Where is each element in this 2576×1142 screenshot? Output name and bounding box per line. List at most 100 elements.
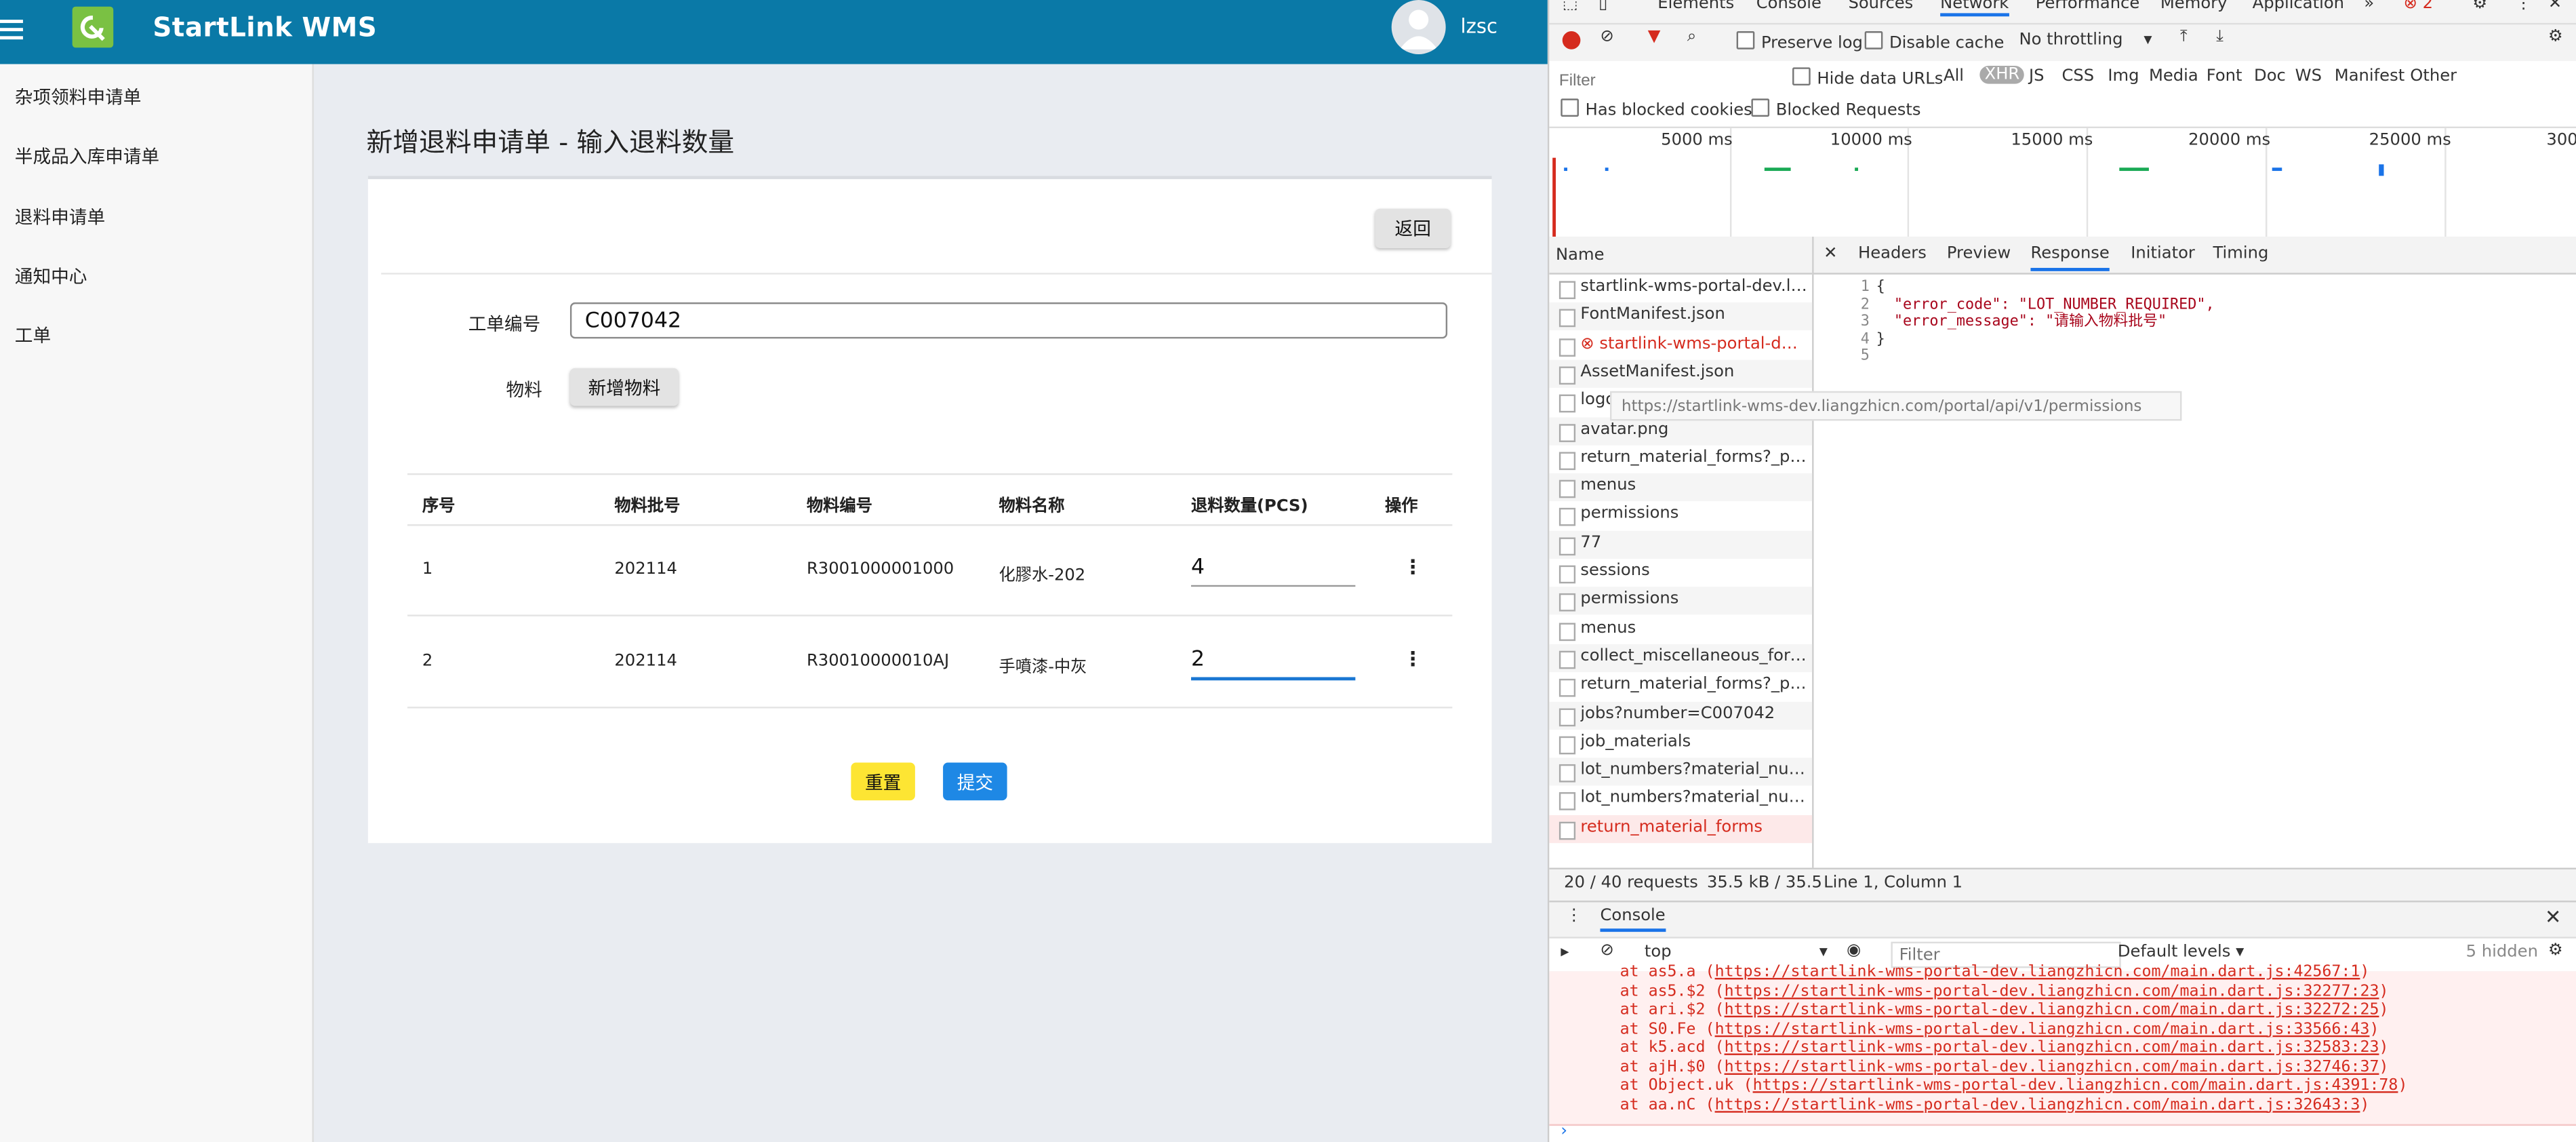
disable-cache-checkbox[interactable]: Disable cache	[1864, 31, 2004, 53]
tab-elements[interactable]: Elements	[1657, 0, 1734, 13]
stack-link[interactable]: https://startlink-wms-portal-dev.liangzh…	[1725, 982, 2379, 1000]
eye-icon[interactable]: ◉	[1847, 942, 1861, 960]
preserve-log-checkbox[interactable]: Preserve log	[1736, 31, 1863, 53]
tab-initiator[interactable]: Initiator	[2131, 245, 2195, 263]
close-drawer-icon[interactable]: ✕	[2545, 905, 2561, 928]
type-xhr[interactable]: XHR	[1979, 65, 2025, 84]
tab-network[interactable]: Network	[1940, 0, 2009, 17]
request-row[interactable]: FontManifest.json	[1549, 302, 1813, 331]
sidebar-item-notifications[interactable]: 通知中心	[15, 263, 87, 290]
request-row[interactable]: ⊗ startlink-wms-portal-dev.li...	[1549, 332, 1812, 359]
tab-timing[interactable]: Timing	[2213, 245, 2268, 263]
type-other[interactable]: Other	[2410, 67, 2457, 85]
network-filter-input[interactable]	[1556, 67, 1786, 94]
tab-headers[interactable]: Headers	[1858, 245, 1927, 263]
device-toolbar-icon[interactable]: ▯	[1598, 0, 1607, 13]
filter-icon[interactable]: ▼	[1648, 28, 1661, 46]
stack-link[interactable]: https://startlink-wms-portal-dev.liangzh…	[1715, 1095, 2360, 1114]
menu-icon[interactable]	[0, 20, 23, 43]
sidebar-item-job[interactable]: 工单	[15, 322, 51, 349]
request-row[interactable]: job_materials	[1549, 730, 1812, 757]
sidebar-item-misc-pick[interactable]: 杂项领料申请单	[15, 84, 142, 111]
type-media[interactable]: Media	[2149, 67, 2198, 85]
username[interactable]: lzsc	[1460, 15, 1497, 38]
close-detail-icon[interactable]: ✕	[1824, 245, 1837, 263]
close-icon[interactable]: ✕	[2548, 0, 2562, 13]
type-img[interactable]: Img	[2108, 67, 2139, 85]
request-row[interactable]: 77	[1549, 530, 1813, 559]
tab-console-drawer[interactable]: Console	[1600, 907, 1666, 932]
throttling-select[interactable]: No throttling ▾	[2019, 31, 2152, 50]
search-icon[interactable]: ⌕	[1687, 28, 1697, 46]
type-manifest[interactable]: Manifest	[2335, 67, 2404, 85]
request-row[interactable]: menus	[1549, 473, 1813, 502]
request-row[interactable]: lot_numbers?material_numb...	[1549, 757, 1813, 786]
tab-console[interactable]: Console	[1756, 0, 1822, 13]
clear-icon[interactable]: ⊘	[1600, 28, 1613, 46]
drawer-menu-icon[interactable]: ⋮	[1566, 907, 1582, 926]
stack-link[interactable]: https://startlink-wms-portal-dev.liangzh…	[1725, 1039, 2379, 1057]
request-row[interactable]: permissions	[1549, 502, 1812, 530]
context-select[interactable]: top ▾	[1645, 943, 1828, 962]
stack-link[interactable]: https://startlink-wms-portal-dev.liangzh…	[1715, 963, 2360, 981]
stack-link[interactable]: https://startlink-wms-portal-dev.liangzh…	[1725, 1058, 2379, 1076]
stack-link[interactable]: https://startlink-wms-portal-dev.liangzh…	[1715, 1020, 2370, 1038]
inspect-icon[interactable]: ⬚	[1563, 0, 1578, 13]
hide-data-urls-checkbox[interactable]: Hide data URLs	[1792, 67, 1943, 89]
tab-performance[interactable]: Performance	[2036, 0, 2140, 13]
type-all[interactable]: All	[1944, 67, 1964, 85]
type-ws[interactable]: WS	[2295, 67, 2322, 85]
request-row[interactable]: return_material_forms	[1549, 814, 1813, 843]
request-row[interactable]: menus	[1549, 616, 1812, 644]
avatar[interactable]	[1391, 0, 1446, 54]
type-css[interactable]: CSS	[2061, 67, 2094, 85]
job-no-input[interactable]	[569, 302, 1448, 339]
tab-response[interactable]: Response	[2030, 245, 2110, 271]
more-vert-icon[interactable]: ⋮	[1403, 555, 1423, 578]
type-font[interactable]: Font	[2207, 67, 2242, 85]
request-row[interactable]: return_material_forms?_pag...	[1549, 445, 1812, 473]
kebab-icon[interactable]: ⋮	[2515, 0, 2531, 13]
add-material-button[interactable]: 新增物料	[569, 368, 679, 406]
request-row[interactable]: AssetManifest.json	[1549, 359, 1813, 388]
settings-icon[interactable]: ⚙	[2548, 28, 2563, 46]
stack-link[interactable]: https://startlink-wms-portal-dev.liangzh…	[1725, 1001, 2379, 1019]
row-qty-input[interactable]	[1191, 549, 1356, 587]
tab-memory[interactable]: Memory	[2160, 0, 2228, 13]
sidebar-item-semi-finished-receipt[interactable]: 半成品入库申请单	[15, 143, 159, 170]
sidebar-toggle-icon[interactable]: ▸	[1561, 943, 1569, 962]
tab-application[interactable]: Application	[2253, 0, 2344, 13]
blocked-requests-checkbox[interactable]: Blocked Requests	[1751, 98, 1921, 120]
request-row[interactable]: collect_miscellaneous_form...	[1549, 644, 1813, 672]
download-icon[interactable]: ⤓	[2216, 28, 2223, 46]
request-row[interactable]: lot_numbers?material_numb...	[1549, 786, 1812, 814]
request-row[interactable]: sessions	[1549, 559, 1812, 587]
error-badge[interactable]: ⊗ 2	[2404, 0, 2433, 13]
request-row[interactable]: permissions	[1549, 587, 1813, 616]
request-row[interactable]: jobs?number=C007042	[1549, 701, 1813, 729]
blocked-cookies-checkbox[interactable]: Has blocked cookies	[1561, 98, 1752, 120]
more-vert-icon[interactable]: ⋮	[1403, 648, 1423, 671]
tab-preview[interactable]: Preview	[1947, 245, 2011, 263]
submit-button[interactable]: 提交	[943, 762, 1007, 801]
stack-link[interactable]: https://startlink-wms-portal-dev.liangzh…	[1753, 1076, 2398, 1095]
upload-icon[interactable]: ⤒	[2180, 28, 2188, 46]
row-qty-input[interactable]	[1191, 641, 1356, 681]
reset-button[interactable]: 重置	[851, 762, 915, 801]
request-row[interactable]: startlink-wms-portal-dev.li...	[1549, 275, 1812, 302]
type-js[interactable]: JS	[2029, 67, 2045, 85]
prompt-icon[interactable]: ›	[1561, 1122, 1567, 1141]
record-icon[interactable]	[1562, 31, 1581, 50]
settings-icon[interactable]: ⚙	[2472, 0, 2487, 13]
request-row[interactable]: return_material_forms?_pag...	[1549, 673, 1812, 701]
tab-sources[interactable]: Sources	[1848, 0, 1913, 13]
network-timeline[interactable]: 5000 ms 10000 ms 15000 ms 20000 ms 25000…	[1549, 128, 2576, 239]
type-doc[interactable]: Doc	[2254, 67, 2286, 85]
clear-console-icon[interactable]: ⊘	[1600, 942, 1613, 960]
more-tabs-icon[interactable]: »	[2364, 0, 2374, 13]
name-column-header[interactable]: Name	[1549, 236, 1813, 275]
sidebar-item-return-material[interactable]: 退料申请单	[15, 204, 105, 231]
settings-icon[interactable]: ⚙	[2548, 942, 2563, 960]
levels-select[interactable]: Default levels ▾	[2118, 943, 2244, 962]
back-button[interactable]: 返回	[1375, 208, 1451, 248]
